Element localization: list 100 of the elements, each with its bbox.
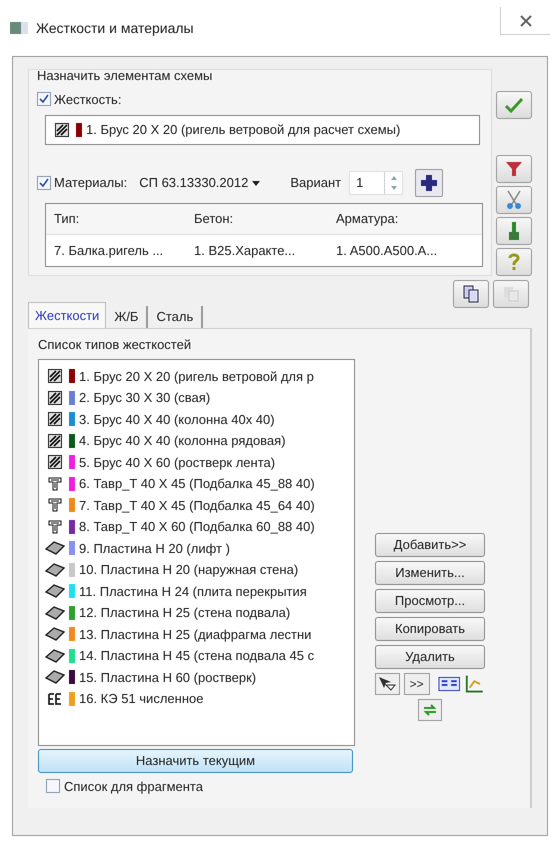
add-variant-button[interactable] <box>415 169 444 197</box>
list-item[interactable]: 2. Брус 30 X 30 (свая) <box>39 387 354 408</box>
tab[interactable]: Жесткости <box>28 302 106 328</box>
stiffness-label: 1. Брус 20 X 20 (ригель ветровой для расчет схемы) <box>86 121 400 140</box>
hatched-section-icon <box>48 390 62 405</box>
filter-button[interactable] <box>496 155 532 183</box>
column-header: Бетон: <box>193 210 234 228</box>
hatched-section-icon <box>48 434 62 448</box>
plus-icon <box>420 174 438 192</box>
stiffness-label: 13. Пластина H 25 (диафрагма лестни <box>79 626 312 644</box>
list-item[interactable]: 8. Тавр_T 40 X 60 (Подбалка 60_88 40) <box>39 516 354 538</box>
brush-icon <box>507 221 521 241</box>
stiffness-label: 7. Тавр_T 40 X 45 (Подбалка 45_64 40) <box>79 496 315 515</box>
norm-dropdown[interactable]: СП 63.13330.2012 <box>139 173 260 193</box>
column-header: Арматура: <box>335 210 400 228</box>
element-type-icon <box>48 692 62 706</box>
list-item[interactable]: 12. Пластина H 25 (стена подвала) <box>39 602 354 624</box>
hatched-section-icon <box>48 412 62 426</box>
stiffness-label: 15. Пластина H 60 (ростверк) <box>79 668 256 687</box>
group-title: Назначить элементам схемы <box>37 67 214 85</box>
stiffness-label: 5. Брус 40 X 60 (ростверк лента) <box>79 454 276 472</box>
plate-icon <box>45 670 65 684</box>
window-title: Жесткости и материалы <box>36 18 194 38</box>
plate-icon <box>45 562 65 577</box>
stiffness-label: 8. Тавр_T 40 X 60 (Подбалка 60_88 40) <box>79 518 315 536</box>
action-button[interactable]: Изменить... <box>375 560 485 584</box>
spin-arrows-icon <box>390 175 398 191</box>
filter-icon <box>505 160 523 178</box>
plate-icon <box>45 584 65 598</box>
help-button[interactable] <box>496 248 532 276</box>
action-button[interactable]: Копировать <box>375 616 485 640</box>
assign-current-button[interactable]: Назначить текущим <box>38 748 353 772</box>
plate-icon <box>45 541 65 556</box>
cursor-filter-icon <box>378 676 396 692</box>
stiffness-label: 10. Пластина H 20 (наружная стена) <box>79 561 298 579</box>
stiffness-label: 2. Брус 30 X 30 (свая) <box>79 389 210 407</box>
current-stiffness-field[interactable]: 1. Брус 20 X 20 (ригель ветровой для расчет схемы) <box>45 115 480 145</box>
fragment-checkbox[interactable] <box>46 779 60 794</box>
list-item[interactable]: 14. Пластина H 45 (стена подвала 45 с <box>39 645 354 666</box>
tee-section-icon <box>48 520 62 534</box>
materials-checkbox[interactable] <box>37 176 51 190</box>
stiffness-checkbox[interactable] <box>37 92 51 106</box>
window-icon <box>10 22 28 34</box>
stiffness-label: 11. Пластина H 24 (плита перекрытия <box>79 582 307 601</box>
copy-icon <box>462 285 480 303</box>
column-header: Тип: <box>53 210 80 228</box>
question-icon <box>508 253 520 271</box>
table-cell-text: 7. Балка.ригель ... <box>53 242 164 260</box>
copy-button[interactable] <box>453 280 489 308</box>
hatched-section-icon <box>55 123 69 137</box>
stiffness-label: 1. Брус 20 X 20 (ригель ветровой для р <box>79 368 314 386</box>
checkmark-icon <box>504 97 524 113</box>
close-icon <box>520 14 532 26</box>
variant-spinner[interactable]: 1 <box>349 171 404 195</box>
list-item[interactable]: 3. Брус 40 X 40 (колонна 40x 40) <box>39 408 354 430</box>
stiffness-label: 12. Пластина H 25 (стена подвала) <box>79 604 290 622</box>
stiffness-label: 4. Брус 40 X 40 (колонна рядовая) <box>79 432 286 450</box>
cut-button[interactable] <box>496 186 532 214</box>
stiffness-label: 14. Пластина H 45 (стена подвала 45 с <box>79 647 314 665</box>
list-item[interactable]: 7. Тавр_T 40 X 45 (Подбалка 45_64 40) <box>39 494 354 516</box>
refresh-button[interactable] <box>418 698 442 720</box>
list-item[interactable]: 10. Пластина H 20 (наружная стена) <box>39 559 354 580</box>
list-item[interactable]: 13. Пластина H 25 (диафрагма лестни <box>39 624 354 645</box>
list-item[interactable]: 15. Пластина H 60 (ростверк) <box>39 666 354 688</box>
stiffness-label: 16. КЭ 51 численное <box>79 690 204 708</box>
list-item[interactable]: 6. Тавр_T 40 X 45 (Подбалка 45_88 40) <box>39 473 354 494</box>
plate-icon <box>45 648 65 663</box>
list-item[interactable]: 9. Пластина H 20 (лифт ) <box>39 538 354 559</box>
table-cell-text: 1. B25.Характе... <box>193 242 296 260</box>
more-button[interactable]: >> <box>404 672 430 694</box>
arrows-icon <box>422 702 438 716</box>
tee-section-icon <box>48 498 62 512</box>
scissors-icon <box>505 190 523 210</box>
action-button[interactable]: Добавить>> <box>375 532 485 556</box>
list-item[interactable]: 16. КЭ 51 численное <box>39 688 354 710</box>
list-item[interactable]: 1. Брус 20 X 20 (ригель ветровой для р <box>39 366 354 387</box>
brush-button[interactable] <box>496 217 532 245</box>
paste-icon <box>502 285 520 303</box>
plate-icon <box>45 627 65 642</box>
list-item[interactable]: 11. Пластина H 24 (плита перекрытия <box>39 580 354 602</box>
stiffness-checkbox-label: Жесткость: <box>54 90 122 108</box>
action-button[interactable]: Удалить <box>375 644 485 668</box>
list-item[interactable]: 4. Брус 40 X 40 (колонна рядовая) <box>39 430 354 452</box>
tee-section-icon <box>48 476 62 491</box>
hatched-section-icon <box>48 369 62 384</box>
variant-label: Вариант <box>290 174 342 192</box>
chart-icon[interactable] <box>464 672 485 694</box>
plate-icon <box>45 606 65 620</box>
fragment-checkbox-label: Список для фрагмента <box>64 778 203 796</box>
list-title: Список типов жесткостей <box>38 336 192 354</box>
dropdown-arrow-icon <box>252 180 260 186</box>
close-button[interactable] <box>500 7 550 35</box>
table-cell-text: 1. A500.A500.A... <box>335 242 438 260</box>
stiffness-label: 9. Пластина H 20 (лифт ) <box>79 540 230 558</box>
list-item[interactable]: 5. Брус 40 X 60 (ростверк лента) <box>39 452 354 473</box>
materials-checkbox-label: Материалы: <box>54 174 128 192</box>
action-button[interactable]: Просмотр... <box>375 588 485 612</box>
apply-button[interactable] <box>496 91 532 119</box>
stiffness-label: 6. Тавр_T 40 X 45 (Подбалка 45_88 40) <box>79 475 315 493</box>
select-filter-button[interactable] <box>375 672 400 694</box>
